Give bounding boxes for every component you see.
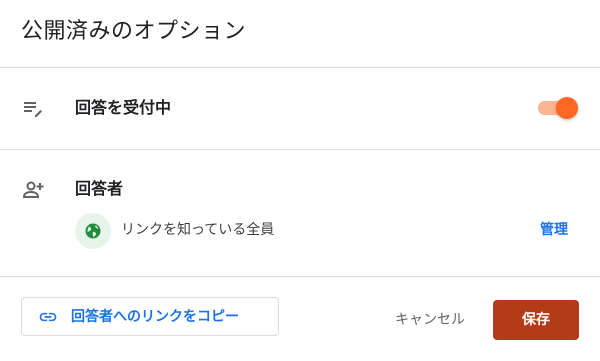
divider — [0, 67, 600, 68]
copy-responder-link-button[interactable]: 回答者へのリンクをコピー — [21, 297, 279, 336]
link-icon — [39, 312, 57, 322]
cancel-button[interactable]: キャンセル — [380, 300, 480, 340]
dialog-title: 公開済みのオプション — [21, 19, 247, 44]
published-options-dialog: 公開済みのオプション 回答を受付中 回答者 リンクを知っている全員 管理 回答者… — [0, 0, 600, 361]
link-access-text: リンクを知っている全員 — [121, 222, 275, 238]
divider — [0, 149, 600, 150]
manage-link[interactable]: 管理 — [540, 219, 568, 241]
person-add-icon — [21, 178, 45, 202]
responders-label: 回答者 — [75, 179, 124, 198]
save-button[interactable]: 保存 — [493, 300, 579, 340]
globe-icon — [75, 213, 111, 249]
toggle-thumb — [556, 97, 578, 119]
copy-link-label: 回答者へのリンクをコピー — [71, 309, 239, 325]
divider — [0, 276, 600, 277]
accepting-responses-toggle[interactable] — [536, 96, 580, 120]
list-edit-icon — [21, 96, 45, 120]
accepting-responses-label: 回答を受付中 — [75, 98, 172, 117]
